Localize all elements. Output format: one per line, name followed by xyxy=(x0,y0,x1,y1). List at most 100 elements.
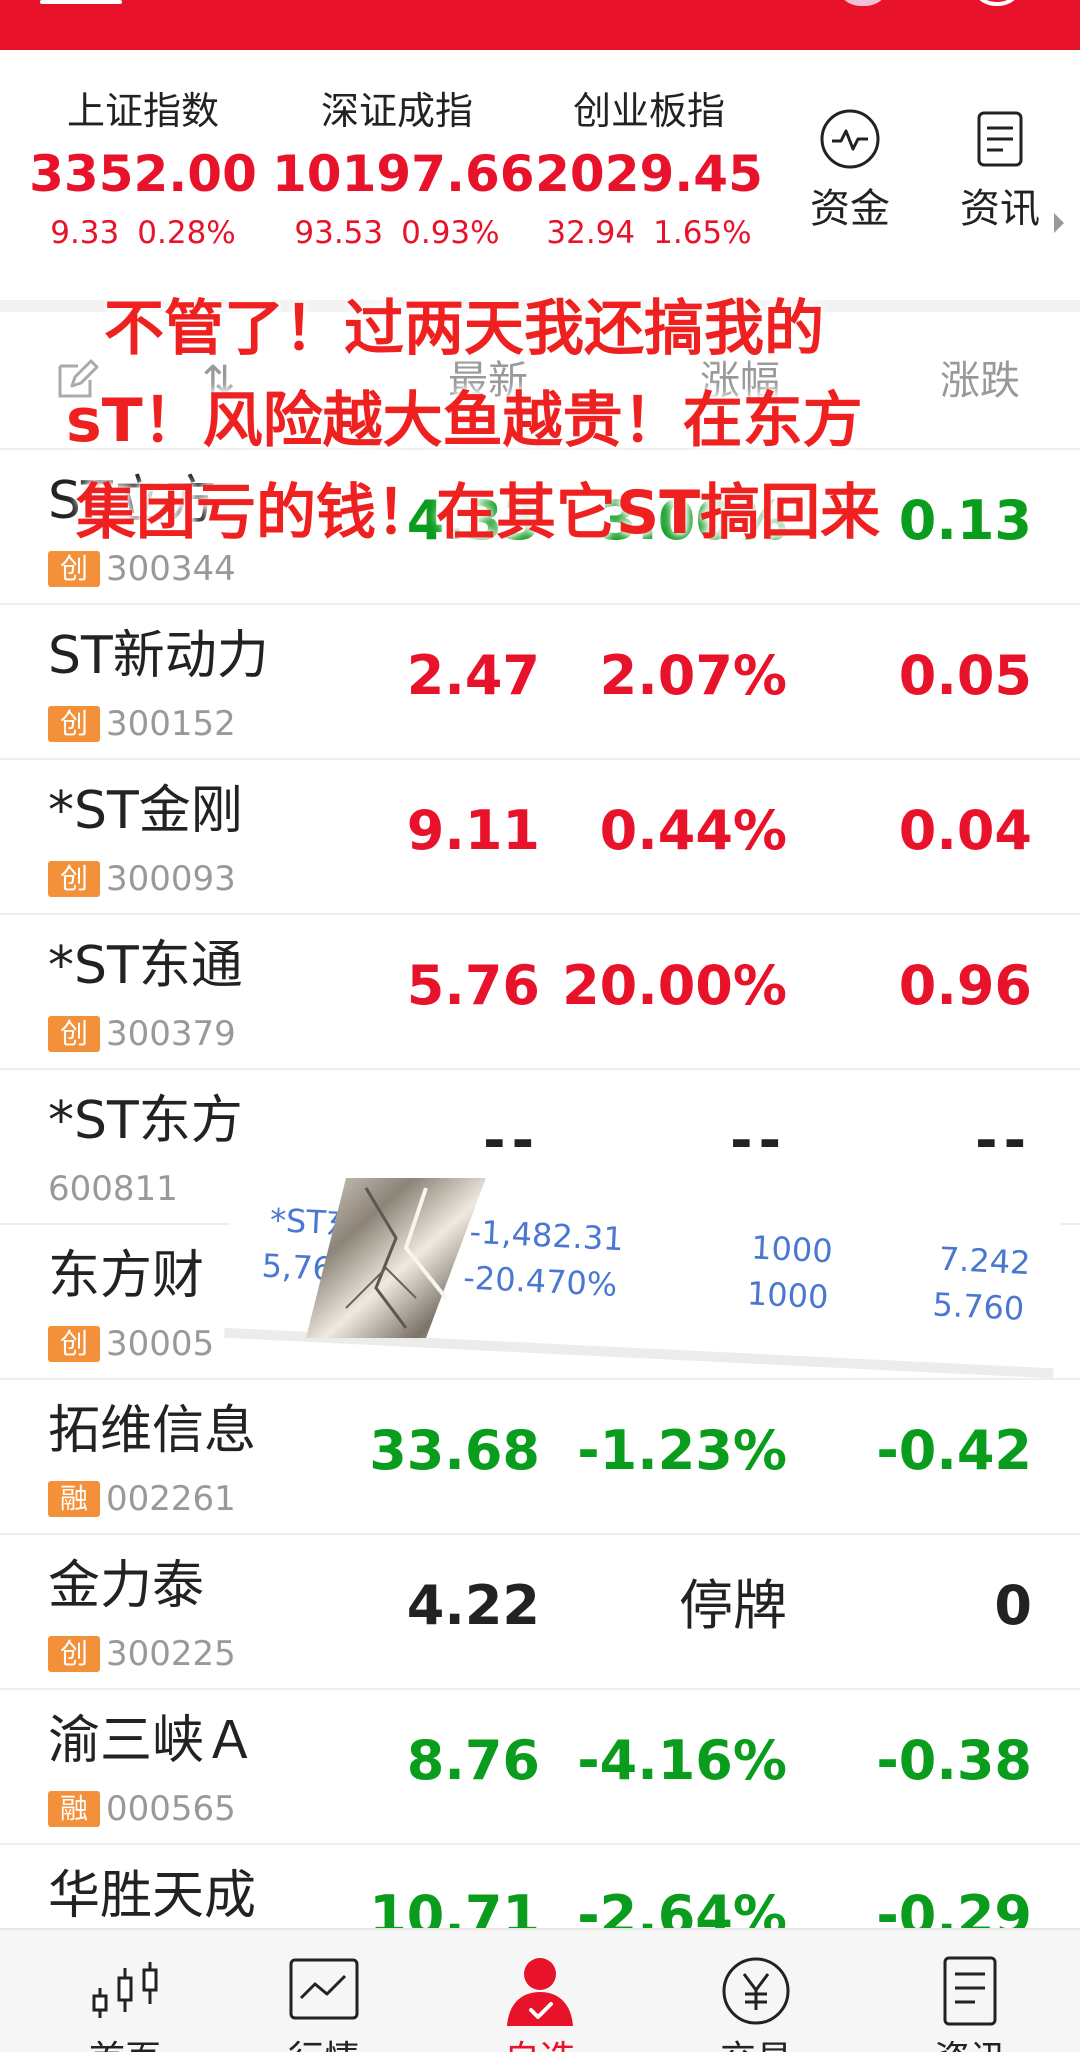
pct-change: -- xyxy=(730,1109,787,1172)
latest-price: 4.33 xyxy=(406,489,540,552)
stock-sub: 创 30005 xyxy=(48,1325,214,1363)
latest-price: -- xyxy=(483,1109,540,1172)
candlestick-icon xyxy=(92,1962,158,2018)
stock-row[interactable]: ST新动力 创 300152 2.47 2.07% 0.05 xyxy=(0,605,1080,760)
index-pct: 1.65% xyxy=(653,215,752,251)
index-change: 93.53 xyxy=(294,215,384,251)
index-change: 9.33 xyxy=(50,215,120,251)
stock-code: 30005 xyxy=(106,1324,215,1364)
latest-price: 9.11 xyxy=(406,799,540,862)
stock-row[interactable]: ST立方 创 300344 4.33 3.00% 0.13 xyxy=(0,450,1080,605)
column-latest[interactable]: 最新 xyxy=(448,356,528,406)
chevron-right-icon[interactable] xyxy=(1054,213,1064,233)
stock-row[interactable]: 金力泰 创 300225 4.22 停牌 0 xyxy=(0,1535,1080,1690)
price-change: 0.04 xyxy=(898,799,1032,862)
pct-change: -4.16% xyxy=(577,1729,787,1792)
stock-row[interactable]: 渝三峡Ａ 融 000565 8.76 -4.16% -0.38 xyxy=(0,1690,1080,1845)
index-changes: 93.53 0.93% xyxy=(272,212,522,254)
index-shanghai[interactable]: 上证指数 3352.00 9.33 0.28% xyxy=(18,88,268,254)
board-tag: 创 xyxy=(48,1636,100,1672)
index-changes: 9.33 0.28% xyxy=(18,212,268,254)
search-icon[interactable] xyxy=(970,0,1024,6)
document-icon xyxy=(943,1956,997,2026)
stock-name: ST新动力 xyxy=(48,626,269,686)
stock-name: *ST东通 xyxy=(48,936,243,996)
user-check-icon xyxy=(507,1958,573,2026)
menu-icon[interactable] xyxy=(40,0,122,4)
latest-price: 33.68 xyxy=(369,1419,540,1482)
nav-label: 首页 xyxy=(45,2038,205,2052)
board-tag: 创 xyxy=(48,551,100,587)
index-shenzhen[interactable]: 深证成指 10197.66 93.53 0.93% xyxy=(272,88,535,254)
stock-sub: 600811 xyxy=(48,1170,178,1208)
stock-row[interactable]: *ST金刚 创 300093 9.11 0.44% 0.04 xyxy=(0,760,1080,915)
news-button[interactable]: 资讯 xyxy=(935,108,1065,234)
index-name: 深证成指 xyxy=(320,89,473,133)
index-name: 上证指数 xyxy=(66,89,219,133)
pct-change: 2.07% xyxy=(599,644,787,707)
avatar[interactable] xyxy=(835,0,891,6)
stock-name: 华胜天成 xyxy=(48,1866,257,1926)
latest-price: 8.76 xyxy=(406,1729,540,1792)
index-name: 创业板指 xyxy=(572,89,725,133)
stock-sub: 创 300152 xyxy=(48,705,236,743)
stock-code: 300379 xyxy=(106,1014,236,1054)
nav-home[interactable]: 首页 xyxy=(45,1952,205,2052)
index-value: 10197.66 xyxy=(272,145,535,203)
board-tag: 创 xyxy=(48,706,100,742)
stock-sub: 融 002261 xyxy=(48,1480,236,1518)
stock-name: *ST金刚 xyxy=(48,781,243,841)
nav-trade[interactable]: 交易 xyxy=(676,1952,836,2052)
pct-change: 20.00% xyxy=(562,954,787,1017)
board-tag: 创 xyxy=(48,1326,100,1362)
index-pct: 0.28% xyxy=(137,215,236,251)
edit-icon[interactable] xyxy=(54,356,100,402)
stock-sub: 创 300093 xyxy=(48,860,236,898)
nav-news[interactable]: 资讯 xyxy=(890,1952,1050,2052)
nav-label: 交易 xyxy=(676,2038,836,2052)
stock-code: 300152 xyxy=(106,704,236,744)
funds-label: 资金 xyxy=(810,186,890,232)
board-tag: 创 xyxy=(48,861,100,897)
pulse-icon xyxy=(820,109,880,169)
news-label: 资讯 xyxy=(960,186,1040,232)
top-app-bar xyxy=(0,0,1080,50)
column-chg[interactable]: 涨跌 xyxy=(940,356,1020,406)
index-value: 3352.00 xyxy=(29,145,257,203)
stock-name: 拓维信息 xyxy=(48,1401,257,1461)
price-change: -- xyxy=(975,1109,1032,1172)
snippet-current: 5.760 xyxy=(931,1285,1026,1328)
trading-halted: 停牌 xyxy=(679,1574,787,1637)
sort-icon[interactable]: ⇅ xyxy=(202,356,236,406)
nav-market[interactable]: 行情 xyxy=(244,1952,404,2052)
stock-name: 东方财 xyxy=(48,1246,205,1306)
nav-label: 资讯 xyxy=(890,2038,1050,2052)
stock-code: 600811 xyxy=(48,1169,178,1209)
price-change: 0.05 xyxy=(898,644,1032,707)
index-value: 2029.45 xyxy=(535,145,763,203)
price-change: 0.96 xyxy=(898,954,1032,1017)
stock-sub: 创 300379 xyxy=(48,1015,236,1053)
stock-sub: 创 300225 xyxy=(48,1635,236,1673)
pct-change: 3.00% xyxy=(599,489,787,552)
board-tag: 融 xyxy=(48,1791,100,1827)
nav-watchlist[interactable]: 自选 xyxy=(460,1952,620,2052)
stock-code: 300225 xyxy=(106,1634,236,1674)
stock-row[interactable]: *ST东通 创 300379 5.76 20.00% 0.96 xyxy=(0,915,1080,1070)
line-chart-icon xyxy=(289,1958,359,2020)
stock-code: 000565 xyxy=(106,1789,236,1829)
index-pct: 0.93% xyxy=(401,215,500,251)
stock-code: 300093 xyxy=(106,859,236,899)
column-pct[interactable]: 涨幅 xyxy=(700,356,780,406)
latest-price: 5.76 xyxy=(406,954,540,1017)
bottom-nav: 首页 行情 自选 交易 资讯 xyxy=(0,1928,1080,2052)
funds-button[interactable]: 资金 xyxy=(785,108,915,234)
index-chinext[interactable]: 创业板指 2029.45 32.94 1.65% xyxy=(524,88,774,254)
stock-code: 300344 xyxy=(106,549,236,589)
nav-label: 自选 xyxy=(460,2038,620,2052)
pct-change: -1.23% xyxy=(577,1419,787,1482)
board-tag: 融 xyxy=(48,1481,100,1517)
stock-sub: 创 300344 xyxy=(48,550,236,588)
snippet-qty: 1000 xyxy=(750,1228,834,1271)
stock-row[interactable]: 拓维信息 融 002261 33.68 -1.23% -0.42 xyxy=(0,1380,1080,1535)
